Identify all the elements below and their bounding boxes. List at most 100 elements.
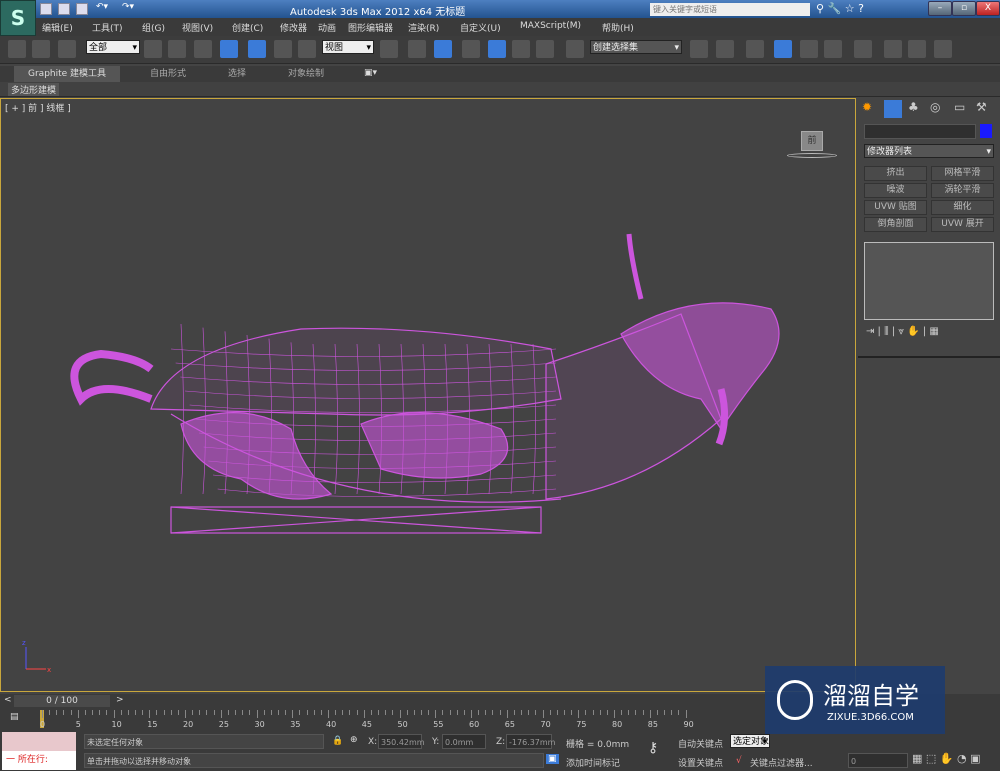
absolute-mode-icon[interactable]: ⊕ <box>350 735 358 745</box>
material-editor-icon[interactable] <box>854 40 872 58</box>
modifier-button[interactable]: 涡轮平滑 <box>931 183 994 198</box>
percent-snap-icon[interactable] <box>512 40 530 58</box>
x-coordinate-field[interactable]: 350.42mm <box>378 734 425 749</box>
new-file-icon[interactable] <box>40 3 52 15</box>
polygon-modeling-panel[interactable]: 多边形建模 <box>8 83 60 96</box>
select-manipulate-icon[interactable] <box>408 40 426 58</box>
hierarchy-tab-icon[interactable]: ♣ <box>908 100 919 114</box>
snaps-toggle-icon[interactable] <box>462 40 480 58</box>
render-icon[interactable] <box>934 40 952 58</box>
open-file-icon[interactable] <box>58 3 70 15</box>
utilities-tab-icon[interactable]: ⚒ <box>976 100 987 114</box>
angle-snap-icon[interactable] <box>488 40 506 58</box>
modifier-button[interactable]: UVW 贴图 <box>864 200 927 215</box>
modify-tab-icon[interactable] <box>884 100 902 118</box>
link-icon[interactable] <box>8 40 26 58</box>
selection-filter-dropdown[interactable]: 全部 <box>86 40 140 55</box>
graphite-toggle-icon[interactable] <box>774 40 792 58</box>
undo-icon[interactable]: ↶▾ <box>96 2 108 12</box>
select-move-icon[interactable] <box>248 40 266 58</box>
window-crossing-icon[interactable] <box>220 40 238 58</box>
menu-create[interactable]: 创建(C) <box>232 21 263 34</box>
key-icon[interactable]: ⚷ <box>648 740 658 756</box>
create-tab-icon[interactable]: ✹ <box>862 100 872 114</box>
dragon-turtle-wireframe[interactable]: x z <box>1 99 857 693</box>
add-time-tag[interactable]: 添加时间标记 <box>566 756 620 769</box>
menu-tools[interactable]: 工具(T) <box>92 21 123 34</box>
modifier-stack[interactable] <box>864 242 994 320</box>
time-slider-thumb[interactable]: 0 / 100 <box>14 695 110 707</box>
save-icon[interactable] <box>76 3 88 15</box>
named-selection-dropdown[interactable]: 创建选择集 <box>590 40 682 55</box>
key-mode-dropdown[interactable]: 选定对象 <box>730 734 770 748</box>
select-scale-icon[interactable] <box>298 40 316 58</box>
next-frame-icon[interactable]: > <box>116 695 124 705</box>
maxscript-line[interactable]: 一 所在行: <box>2 751 76 770</box>
key-filters-button[interactable]: 关键点过滤器... <box>750 756 813 769</box>
curve-editor-icon[interactable] <box>800 40 818 58</box>
modifier-button[interactable]: 细化 <box>931 200 994 215</box>
schematic-view-icon[interactable] <box>824 40 842 58</box>
mirror-icon[interactable] <box>690 40 708 58</box>
maxscript-listener[interactable] <box>2 732 76 751</box>
modifier-list-dropdown[interactable]: 修改器列表 <box>864 144 994 159</box>
select-object-icon[interactable] <box>144 40 162 58</box>
select-by-name-icon[interactable] <box>168 40 186 58</box>
minimize-button[interactable]: – <box>928 1 952 16</box>
tab-freeform[interactable]: 自由形式 <box>136 66 200 82</box>
app-logo[interactable]: S <box>0 0 36 36</box>
current-frame-field[interactable]: 0 <box>848 753 908 768</box>
modifier-button[interactable]: 倒角剖面 <box>864 217 927 232</box>
edit-named-selection-icon[interactable] <box>566 40 584 58</box>
keyboard-shortcut-override-icon[interactable] <box>434 40 452 58</box>
object-name-field[interactable] <box>864 124 976 139</box>
reference-coordinate-dropdown[interactable]: 视图 <box>322 40 374 55</box>
prev-frame-icon[interactable]: < <box>4 695 12 705</box>
navigation-controls-icons[interactable]: ▦ ⬚ ✋ ◔ ▣ <box>912 752 980 765</box>
render-setup-icon[interactable] <box>884 40 902 58</box>
tab-selection[interactable]: 选择 <box>214 66 260 82</box>
set-key-button[interactable]: 设置关键点 <box>678 756 723 769</box>
select-rotate-icon[interactable] <box>274 40 292 58</box>
auto-key-button[interactable]: 自动关键点 <box>678 737 723 750</box>
align-icon[interactable] <box>716 40 734 58</box>
modifier-button[interactable]: UVW 展开 <box>931 217 994 232</box>
spinner-snap-icon[interactable] <box>536 40 554 58</box>
menu-animation[interactable]: 动画 <box>318 21 336 34</box>
modifier-button[interactable]: 网格平滑 <box>931 166 994 181</box>
modifier-button[interactable]: 噪波 <box>864 183 927 198</box>
modifier-button[interactable]: 挤出 <box>864 166 927 181</box>
menu-views[interactable]: 视图(V) <box>182 21 213 34</box>
menu-group[interactable]: 组(G) <box>142 21 165 34</box>
menu-edit[interactable]: 编辑(E) <box>42 21 73 34</box>
viewport-front[interactable]: [ + ] 前 ] 线框 ] 前 x z <box>0 98 856 692</box>
menu-help[interactable]: 帮助(H) <box>602 21 634 34</box>
help-tools-icons[interactable]: ⚲ 🔧 ☆ ? <box>816 2 864 15</box>
display-tab-icon[interactable]: ▭ <box>954 100 965 114</box>
time-tag-icon[interactable]: ▣ <box>546 754 559 764</box>
menu-modifiers[interactable]: 修改器 <box>280 21 307 34</box>
motion-tab-icon[interactable]: ◎ <box>930 100 940 114</box>
z-coordinate-field[interactable]: -176.37mm <box>506 734 555 749</box>
stack-tools-icons[interactable]: ⇥ | ⫼ | ⩔ ✋ | ▦ <box>866 326 939 337</box>
tab-object-paint[interactable]: 对象绘制 <box>274 66 338 82</box>
close-button[interactable]: X <box>976 1 1000 16</box>
y-coordinate-field[interactable]: 0.0mm <box>442 734 486 749</box>
tab-graphite[interactable]: Graphite 建模工具 <box>14 66 121 82</box>
layer-manager-icon[interactable] <box>746 40 764 58</box>
rendered-frame-icon[interactable] <box>908 40 926 58</box>
unlink-icon[interactable] <box>32 40 50 58</box>
redo-icon[interactable]: ↷▾ <box>122 2 134 12</box>
maximize-button[interactable]: ▫ <box>952 1 976 16</box>
mini-curve-editor-icon[interactable]: ▤ <box>10 712 19 722</box>
search-input[interactable]: 键入关键字或短语 <box>650 3 810 16</box>
menu-graph-editors[interactable]: 图形编辑器 <box>348 21 393 34</box>
menu-rendering[interactable]: 渲染(R) <box>408 21 439 34</box>
menu-customize[interactable]: 自定义(U) <box>460 21 501 34</box>
object-color-swatch[interactable] <box>980 124 992 138</box>
bind-space-warp-icon[interactable] <box>58 40 76 58</box>
menu-maxscript[interactable]: MAXScript(M) <box>520 21 581 31</box>
rectangle-selection-icon[interactable] <box>194 40 212 58</box>
lock-selection-icon[interactable]: 🔒 <box>332 736 343 746</box>
ribbon-options-icon[interactable]: ▣▾ <box>364 68 377 78</box>
